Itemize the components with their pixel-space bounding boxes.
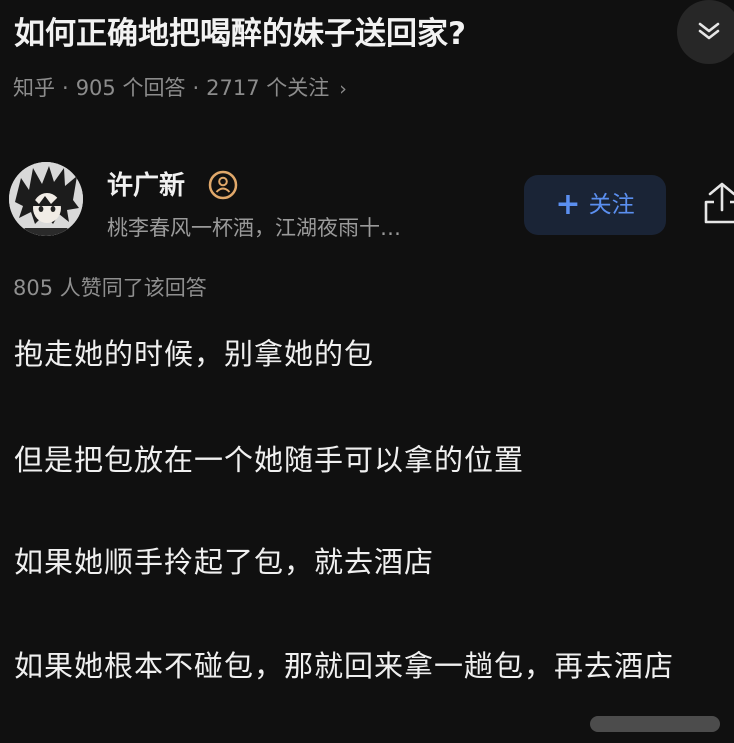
answer-paragraph: 如果她顺手拎起了包，就去酒店 [14,545,435,579]
author-name[interactable]: 许广新 [107,166,185,206]
follow-button[interactable]: + 关注 [524,175,666,235]
chevron-right-icon: › [339,78,347,100]
answer-paragraph: 抱走她的时候，别拿她的包 [14,337,375,371]
answer-paragraph: 如果她根本不碰包，那就回来拿一趟包，再去酒店 [14,649,675,683]
follow-label: 关注 [588,192,635,218]
question-meta[interactable]: 知乎 · 905 个回答 · 2717 个关注 › [13,70,347,107]
author-bio: 桃李春风一杯酒，江湖夜雨十… [107,216,401,240]
share-icon[interactable] [702,180,734,224]
answer-paragraph: 但是把包放在一个她随手可以拿的位置 [14,443,525,477]
votes-count: 805 人赞同了该回答 [13,276,207,300]
followers-count: 2717 个关注 [206,76,330,100]
avatar-image [9,162,83,236]
answers-count: 905 个回答 [75,76,186,100]
user-badge-icon[interactable] [208,170,238,200]
collapse-button[interactable] [677,0,734,64]
source-label: 知乎 [13,76,55,100]
chevron-down-icon [698,22,720,40]
meta-separator: · [62,76,69,100]
plus-icon: + [555,187,581,222]
question-title[interactable]: 如何正确地把喝醉的妹子送回家? [14,8,674,60]
watermark-image [590,716,720,732]
avatar[interactable] [9,162,83,236]
meta-separator: · [192,76,200,100]
